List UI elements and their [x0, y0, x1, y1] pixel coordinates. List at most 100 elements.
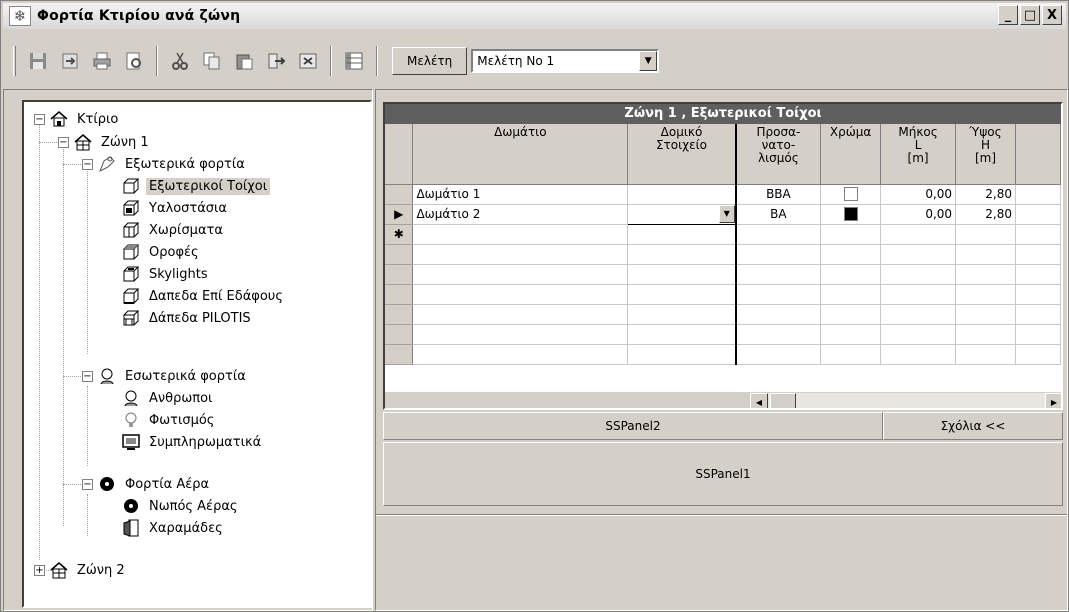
table-row-empty — [385, 244, 1061, 265]
collapse-air-loads[interactable]: − — [82, 479, 93, 490]
cell-color[interactable] — [820, 224, 882, 245]
close-button[interactable]: X — [1042, 5, 1062, 25]
cell-extra[interactable] — [1015, 224, 1061, 245]
scroll-right-icon[interactable]: ▶ — [1045, 393, 1061, 408]
tree-node-fresh-air[interactable]: Νωπός Αέρας — [121, 495, 241, 517]
study-button[interactable]: Μελέτη — [392, 47, 468, 75]
tree-node-glazing[interactable]: Υαλοστάσια — [121, 197, 230, 219]
grid-icon[interactable] — [342, 49, 366, 73]
scroll-thumb[interactable] — [770, 393, 796, 408]
export-icon[interactable] — [264, 49, 288, 73]
tree-node-cracks[interactable]: Χαραμάδες — [121, 517, 226, 539]
tree-connector — [87, 386, 88, 466]
walls-table: Δωμάτιο Δομικό Στοιχείο Προσα-νατο-λισμός… — [385, 124, 1061, 365]
tree-node-external-walls[interactable]: Εξωτερικοί Τοίχοι — [121, 175, 271, 197]
cell-length[interactable]: 0,00 — [880, 184, 957, 205]
cell-element-editor[interactable]: ▼ — [627, 203, 737, 225]
cell-color[interactable] — [820, 204, 882, 225]
row-selector[interactable] — [385, 184, 414, 205]
cell-extra[interactable] — [1015, 204, 1061, 225]
cell-height[interactable]: 2,80 — [955, 204, 1016, 225]
cell-orientation[interactable] — [735, 224, 822, 245]
tree-connector — [87, 164, 88, 354]
collapse-external-loads[interactable]: − — [82, 159, 93, 170]
title-bar[interactable]: ❄ Φορτία Κτιρίου ανά ζώνη _ □ X — [3, 3, 1066, 29]
cut-icon[interactable] — [168, 49, 192, 73]
cell-orientation[interactable]: ΒΒΑ — [735, 184, 822, 205]
copy-icon[interactable] — [200, 49, 224, 73]
cell-room[interactable] — [412, 224, 629, 245]
paste-icon[interactable] — [232, 49, 256, 73]
new-row-marker[interactable]: ✱ — [385, 224, 414, 245]
window-title: Φορτία Κτιρίου ανά ζώνη — [37, 8, 241, 24]
cell-height[interactable]: 2,80 — [955, 184, 1016, 205]
tree-node-people[interactable]: Ανθρωποι — [121, 387, 215, 409]
column-header-orientation[interactable]: Προσα-νατο-λισμός — [735, 124, 822, 185]
cell-color[interactable] — [820, 184, 882, 205]
toolbar-separator — [156, 46, 158, 76]
cell-orientation[interactable]: ΒΑ — [735, 204, 822, 225]
tree-connector — [63, 164, 81, 165]
cell-length[interactable] — [880, 224, 957, 245]
expand-zone2[interactable]: + — [34, 565, 45, 576]
tree-node-lighting[interactable]: Φωτισμός — [121, 409, 217, 431]
collapse-internal-loads[interactable]: − — [82, 371, 93, 382]
cell-extra[interactable] — [1015, 184, 1061, 205]
table-row-new[interactable]: ✱ — [385, 224, 1061, 245]
toolbar-grip[interactable] — [13, 46, 16, 76]
scroll-left-icon[interactable]: ◀ — [750, 393, 768, 408]
cell-length[interactable]: 0,00 — [880, 204, 957, 225]
zone-tree[interactable]: − − − − − + Κτίριο Ζώνη 1 Εξωτερικά φορτ… — [22, 100, 372, 608]
cell-element[interactable] — [627, 184, 737, 205]
delete-icon[interactable] — [296, 49, 320, 73]
column-header-element[interactable]: Δομικό Στοιχείο — [627, 124, 737, 185]
tree-node-ground-floors[interactable]: Δαπεδα Επί Εδάφους — [121, 285, 286, 307]
fan-icon — [97, 475, 117, 493]
collapse-zone1[interactable]: − — [58, 137, 69, 148]
column-header-color[interactable]: Χρώμα — [820, 124, 882, 185]
tree-node-zone2[interactable]: Ζώνη 2 — [49, 559, 128, 581]
tree-connector — [39, 120, 40, 560]
cell-height[interactable] — [955, 224, 1016, 245]
right-panel: Ζώνη 1 , Εξωτερικοί Τοίχοι Δωμάτιο Δομικ… — [375, 89, 1068, 611]
notes-toggle-button[interactable]: Σχόλια << — [883, 412, 1063, 440]
print-icon[interactable] — [90, 49, 114, 73]
tree-node-pilotis-floors[interactable]: Δάπεδα PILOTIS — [121, 307, 254, 329]
horizontal-scrollbar[interactable]: ◀ ▶ — [750, 392, 1061, 408]
current-row-marker[interactable]: ▶ — [385, 204, 414, 225]
tree-node-external-loads[interactable]: Εξωτερικά φορτία — [97, 153, 248, 175]
study-select[interactable]: Μελέτη No 1 ▼ — [471, 49, 660, 73]
building-icon — [49, 110, 69, 128]
tree-connector — [39, 142, 57, 143]
tree-node-zone1[interactable]: Ζώνη 1 — [73, 131, 152, 153]
column-header-length[interactable]: Μήκος L [m] — [880, 124, 957, 185]
walls-grid[interactable]: Ζώνη 1 , Εξωτερικοί Τοίχοι Δωμάτιο Δομικ… — [383, 102, 1063, 410]
minimize-button[interactable]: _ — [998, 5, 1018, 25]
table-row-empty — [385, 264, 1061, 285]
cell-element[interactable] — [627, 224, 737, 245]
color-swatch[interactable] — [843, 187, 858, 202]
tree-node-equipment[interactable]: Συμπληρωματικά — [121, 431, 264, 453]
tree-connector — [63, 484, 81, 485]
column-header-room[interactable]: Δωμάτιο — [412, 124, 629, 185]
tree-connector — [63, 376, 81, 377]
collapse-building[interactable]: − — [34, 114, 45, 125]
import-icon[interactable] — [58, 49, 82, 73]
chevron-down-icon[interactable]: ▼ — [639, 51, 658, 71]
cell-room[interactable]: Δωμάτιο 2 — [412, 204, 629, 225]
tree-node-internal-loads[interactable]: Εσωτερικά φορτία — [97, 365, 249, 387]
save-icon[interactable] — [26, 49, 50, 73]
table-row[interactable]: Δωμάτιο 1 ΒΒΑ 0,00 2,80 — [385, 184, 1061, 205]
tree-node-building[interactable]: Κτίριο — [49, 108, 121, 130]
chevron-down-icon[interactable]: ▼ — [718, 205, 734, 223]
cell-room[interactable]: Δωμάτιο 1 — [412, 184, 629, 205]
tree-node-partitions[interactable]: Χωρίσματα — [121, 219, 226, 241]
table-row[interactable]: ▶ Δωμάτιο 2 ▼ ΒΑ 0,00 2,80 — [385, 203, 1061, 225]
tree-node-air-loads[interactable]: Φορτία Αέρα — [97, 473, 212, 495]
color-swatch[interactable] — [843, 207, 858, 222]
preview-icon[interactable] — [122, 49, 146, 73]
tree-node-roofs[interactable]: Οροφές — [121, 241, 202, 263]
tree-node-skylights[interactable]: Skylights — [121, 263, 211, 285]
maximize-button[interactable]: □ — [1020, 5, 1040, 25]
column-header-height[interactable]: Ύψος H [m] — [955, 124, 1016, 185]
